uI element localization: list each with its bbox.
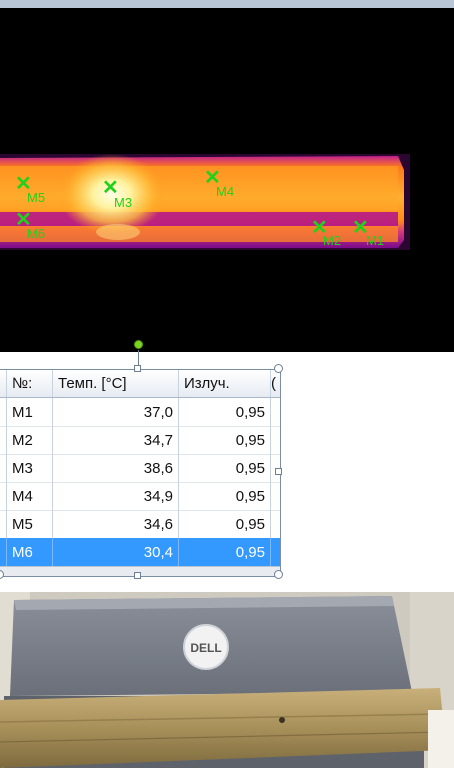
cell-truncated: [271, 482, 280, 510]
row-selector: [0, 426, 7, 454]
column-header-number[interactable]: №:: [7, 370, 53, 397]
rotation-handle[interactable]: [134, 340, 143, 349]
cell-truncated: [271, 398, 280, 426]
thermal-image[interactable]: ✕ M1 ✕ M2 ✕ M3 ✕ M4 ✕ M5 ✕ M6: [0, 8, 454, 352]
cell-truncated: [271, 510, 280, 538]
cell-number: M2: [7, 426, 53, 454]
cell-temperature: 34,6: [53, 510, 179, 538]
cell-temperature: 34,9: [53, 482, 179, 510]
row-selector: [0, 538, 7, 566]
row-selector: [0, 398, 7, 426]
marker-label: M2: [323, 233, 342, 248]
cell-emissivity: 0,95: [179, 538, 271, 566]
measurement-table[interactable]: №: Темп. [°C] Излуч. ( M1 37,0 0,95 M2 3…: [0, 369, 281, 577]
thermal-image-graphic: [0, 154, 410, 250]
row-selector: [0, 454, 7, 482]
marker-label: M1: [366, 233, 385, 248]
table-row[interactable]: M1 37,0 0,95: [0, 398, 280, 427]
measurement-table-area: №: Темп. [°C] Излуч. ( M1 37,0 0,95 M2 3…: [0, 340, 454, 592]
column-header-emissivity[interactable]: Излуч.: [179, 370, 271, 397]
cell-emissivity: 0,95: [179, 398, 271, 426]
cell-number: M4: [7, 482, 53, 510]
cell-number: M5: [7, 510, 53, 538]
cell-temperature: 34,7: [53, 426, 179, 454]
cell-temperature: 37,0: [53, 398, 179, 426]
row-header-column: [0, 370, 7, 397]
marker-label: M5: [27, 190, 46, 205]
cell-emissivity: 0,95: [179, 454, 271, 482]
column-header-truncated[interactable]: (: [271, 370, 280, 397]
table-row[interactable]: M3 38,6 0,95: [0, 454, 280, 483]
table-row-selected[interactable]: M6 30,4 0,95: [0, 538, 280, 567]
cell-number: M1: [7, 398, 53, 426]
resize-handle-top-right[interactable]: [274, 364, 283, 373]
cell-emissivity: 0,95: [179, 510, 271, 538]
rotation-handle-stem: [138, 350, 139, 366]
camera-photo-graphic: DELL: [0, 592, 454, 768]
row-selector: [0, 510, 7, 538]
dell-logo-text: DELL: [190, 641, 221, 655]
resize-handle-bottom-right[interactable]: [274, 570, 283, 579]
camera-photo: DELL: [0, 592, 454, 768]
cell-temperature: 38,6: [53, 454, 179, 482]
cell-number: M3: [7, 454, 53, 482]
cell-emissivity: 0,95: [179, 482, 271, 510]
marker-label: M3: [114, 195, 133, 210]
resize-handle-bottom[interactable]: [134, 572, 141, 579]
resize-handle-top[interactable]: [134, 365, 141, 372]
cell-temperature: 30,4: [53, 538, 179, 566]
table-row[interactable]: M4 34,9 0,95: [0, 482, 280, 511]
row-selector: [0, 482, 7, 510]
resize-handle-right[interactable]: [275, 468, 282, 475]
cell-truncated: [271, 538, 280, 566]
marker-label: M4: [216, 184, 235, 199]
cell-number: M6: [7, 538, 53, 566]
resize-handle-bottom-left[interactable]: [0, 570, 4, 579]
marker-label: M6: [27, 226, 46, 241]
table-row[interactable]: M5 34,6 0,95: [0, 510, 280, 539]
table-header-row: №: Темп. [°C] Излуч. (: [0, 370, 280, 398]
cell-truncated: [271, 426, 280, 454]
table-row[interactable]: M2 34,7 0,95: [0, 426, 280, 455]
cell-emissivity: 0,95: [179, 426, 271, 454]
column-header-temperature[interactable]: Темп. [°C]: [53, 370, 179, 397]
